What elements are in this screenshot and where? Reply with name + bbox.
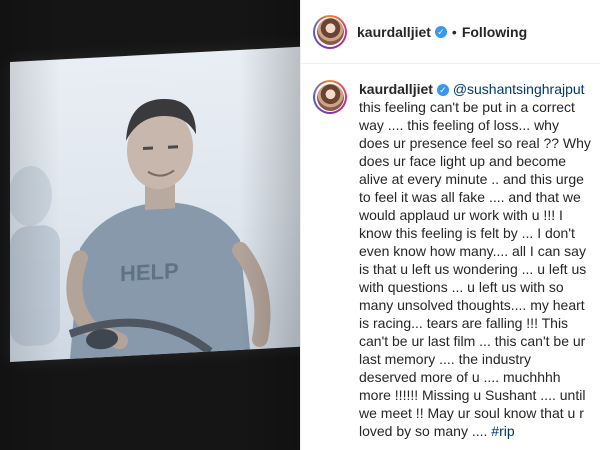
caption-text: this feeling can't be put in a correct w… <box>359 99 591 439</box>
hashtag-link[interactable]: #rip <box>491 423 514 439</box>
header-username[interactable]: kaurdalljiet <box>357 24 431 40</box>
following-button[interactable]: Following <box>462 24 527 40</box>
caption-story-ring[interactable] <box>313 80 347 114</box>
caption-verified-badge-icon: ✓ <box>436 84 449 96</box>
man-on-scooter-illustration: HELP <box>10 99 271 359</box>
verified-badge-icon: ✓ <box>434 25 447 38</box>
post-media[interactable]: HELP <box>0 0 300 450</box>
caption-username[interactable]: kaurdalljiet <box>359 81 433 97</box>
caption-comment: kaurdalljiet ✓ @sushantsinghrajput this f… <box>301 64 600 440</box>
mention-link[interactable]: @sushantsinghrajput <box>453 81 585 97</box>
header-separator: • <box>451 23 457 40</box>
caption-avatar <box>316 83 344 111</box>
caption-text-block: kaurdalljiet ✓ @sushantsinghrajput this f… <box>359 80 592 440</box>
projected-screen-image: HELP <box>10 46 300 362</box>
profile-avatar <box>316 18 344 45</box>
post-header: kaurdalljiet ✓ • Following <box>301 0 600 64</box>
post-side-panel: kaurdalljiet ✓ • Following kaurdalljiet ✓… <box>300 0 600 450</box>
shirt-text: HELP <box>120 258 179 286</box>
story-ring[interactable] <box>313 14 347 49</box>
